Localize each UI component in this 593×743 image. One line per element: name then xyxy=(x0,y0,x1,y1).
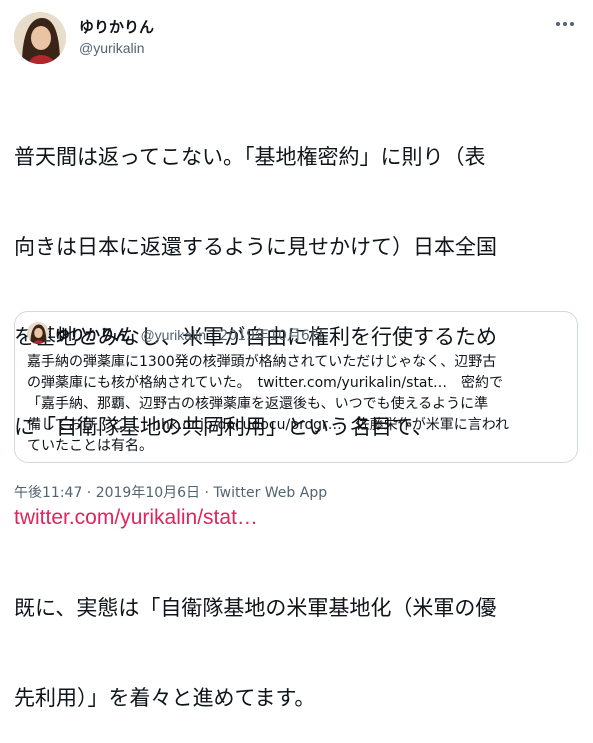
quoted-line: 嘉手納の弾薬庫に1300発の核弾頭が格納されていただけじゃなく、辺野古 xyxy=(27,354,497,370)
tweet-timestamp-source[interactable]: 午後11:47 · 2019年10月6日 · Twitter Web App xyxy=(14,482,327,502)
quoted-line: 「嘉手納、那覇、辺野古の核弾薬庫を返還後も、いつでも使えるように準 xyxy=(27,396,489,412)
quoted-tweet-text: 嘉手納の弾薬庫に1300発の核弾頭が格納されていただけじゃなく、辺野古 の弾薬庫… xyxy=(27,352,572,457)
quoted-tweet-card[interactable]: ゆりかりん @yurikalin · 2019年10月6日 嘉手納の弾薬庫に13… xyxy=(14,311,578,463)
quoted-line: の弾薬庫にも核が格納されていた。 twitter.com/yurikalin/s… xyxy=(27,375,504,391)
author-avatar[interactable] xyxy=(14,12,66,64)
tweet-link[interactable]: twitter.com/yurikalin/stat… xyxy=(14,506,258,529)
quoted-author-name: ゆりかりん xyxy=(55,326,131,344)
tweet-line: 向きは日本に返還するように見せかけて）日本全国 xyxy=(14,235,497,259)
quoted-line: 備しておけ」と nhk.or.jp/docudocu/progr… 佐藤栄作が米… xyxy=(27,417,510,433)
author-display-name[interactable]: ゆりかりん xyxy=(79,16,154,37)
separator: · xyxy=(210,328,215,344)
quoted-tweet-date: 2019年10月6日 xyxy=(219,328,324,344)
quoted-author-handle: @yurikalin xyxy=(140,327,207,343)
author-handle[interactable]: @yurikalin xyxy=(79,40,145,56)
tweet-line: 普天間は返ってこない。「基地権密約」に則り（表 xyxy=(14,145,486,169)
quoted-tweet-header: ゆりかりん @yurikalin · 2019年10月6日 xyxy=(55,324,324,345)
more-horizontal-icon[interactable] xyxy=(551,14,579,34)
quoted-line: ていたことは有名。 xyxy=(27,438,153,454)
tweet-line: 既に、実態は「自衛隊基地の米軍基地化（米軍の優 xyxy=(14,596,497,620)
quoted-author-avatar xyxy=(27,322,49,344)
tweet-line: 先利用）」を着々と進めてます。 xyxy=(14,686,316,710)
